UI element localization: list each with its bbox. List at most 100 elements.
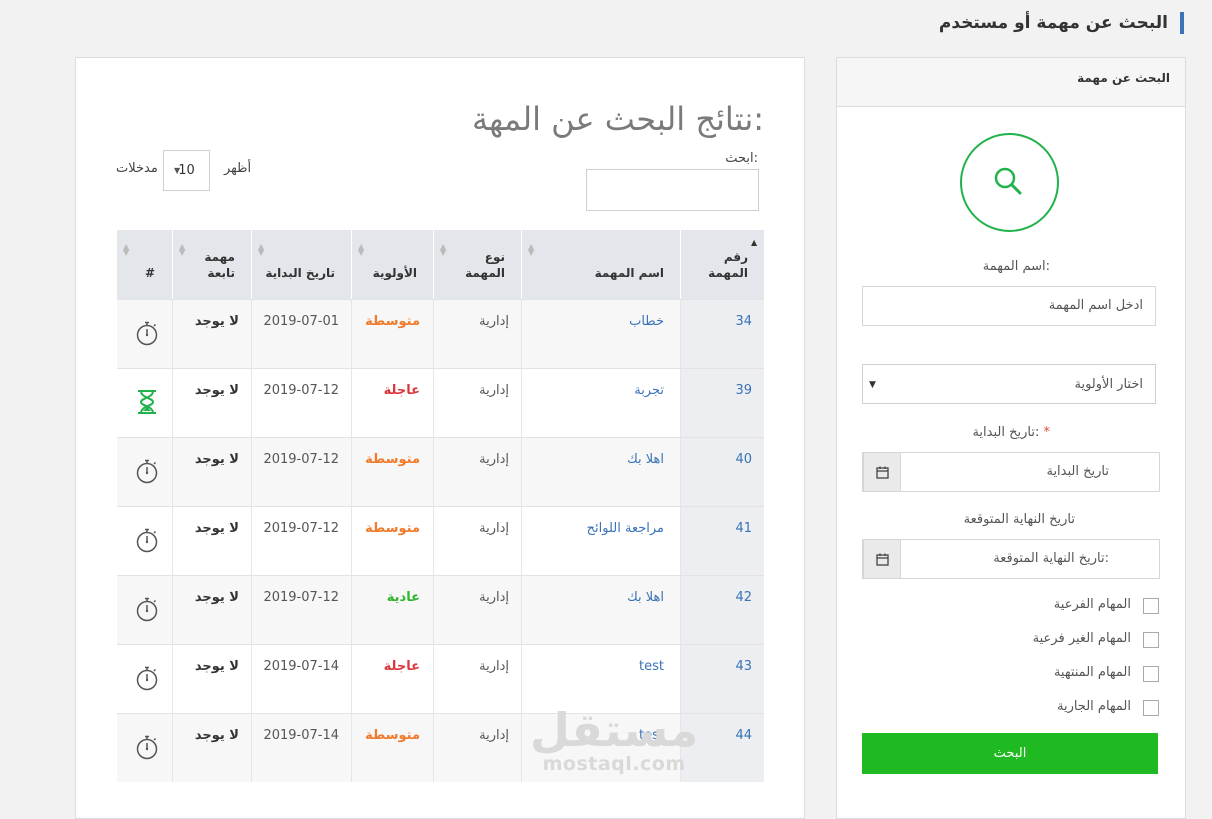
calendar-icon <box>876 466 889 479</box>
non-subtasks-checkbox-row[interactable]: المهام الغير فرعية <box>862 631 1159 649</box>
row-action-cell <box>117 576 172 644</box>
ongoing-tasks-checkbox[interactable] <box>1143 700 1159 716</box>
task-start-date: 2019-07-14 <box>263 728 339 743</box>
stopwatch-icon[interactable] <box>135 665 159 691</box>
start-date-label: تاريخ البداية: * <box>972 425 1050 440</box>
watermark-arabic: مستقل <box>530 703 699 757</box>
column-header-type[interactable]: نوع المهمة ▲ ▼ <box>433 230 521 299</box>
start-date-placeholder: تاريخ البداية <box>1046 464 1109 479</box>
column-header-id[interactable]: رقم المهمة ▲ <box>680 230 764 299</box>
row-action-cell <box>117 714 172 782</box>
subtasks-checkbox-label: المهام الفرعية <box>1053 597 1131 612</box>
panel-header: البحث عن مهمة <box>837 58 1185 107</box>
row-action-cell <box>117 507 172 575</box>
watermark-latin: mostaql.com <box>542 753 686 775</box>
ongoing-tasks-checkbox-label: المهام الجارية <box>1056 699 1131 714</box>
subtasks-checkbox-row[interactable]: المهام الفرعية <box>862 597 1159 615</box>
sort-asc-icon: ▲ <box>751 238 758 247</box>
search-illustration <box>960 133 1059 232</box>
page-title: البحث عن مهمة أو مستخدم <box>939 12 1184 34</box>
ongoing-tasks-checkbox-row[interactable]: المهام الجارية <box>862 699 1159 717</box>
task-id-link[interactable]: 39 <box>680 369 764 437</box>
task-priority: عادية <box>386 590 420 605</box>
task-type: إدارية <box>479 521 509 536</box>
required-mark: * <box>1043 425 1051 440</box>
task-type: إدارية <box>479 383 509 398</box>
page-length-value: 10 <box>178 163 195 178</box>
end-date-picker-button[interactable] <box>863 539 901 579</box>
task-dependent: لا يوجد <box>194 383 239 398</box>
chevron-down-icon: ▼ <box>174 166 181 175</box>
column-header-start-date[interactable]: تاريخ البداية ▲ ▼ <box>251 230 351 299</box>
task-dependent: لا يوجد <box>194 728 239 743</box>
task-type: إدارية <box>479 728 509 743</box>
column-header-name[interactable]: اسم المهمة ▲ ▼ <box>521 230 680 299</box>
task-type: إدارية <box>479 452 509 467</box>
task-id-link[interactable]: 41 <box>680 507 764 575</box>
page-length-select[interactable]: 10 ▼ <box>163 150 210 191</box>
table-row: 40 اهلا بك إدارية متوسطة 2019-07-12 لا يوجد <box>117 437 764 506</box>
sort-icon: ▲ ▼ <box>258 242 265 257</box>
end-date-input[interactable]: تاريخ النهاية المتوقعة: <box>862 539 1160 579</box>
table-row: 42 اهلا بك إدارية عادية 2019-07-12 لا يوجد <box>117 575 764 644</box>
row-action-cell <box>117 438 172 506</box>
task-name-link[interactable]: اهلا بك <box>521 576 680 644</box>
search-button[interactable]: البحث <box>862 733 1158 774</box>
start-date-picker-button[interactable] <box>863 452 901 492</box>
sort-icon: ▲ ▼ <box>123 242 130 257</box>
results-table: رقم المهمة ▲ اسم المهمة ▲ ▼ نوع المهمة ▲ ▼… <box>117 230 764 782</box>
column-header-dependent[interactable]: مهمة تابعة ▲ ▼ <box>172 230 251 299</box>
results-title: نتائج البحث عن المهة: <box>471 100 764 138</box>
finished-tasks-checkbox-row[interactable]: المهام المنتهية <box>862 665 1159 683</box>
task-start-date: 2019-07-12 <box>263 590 339 605</box>
column-header-priority[interactable]: الأولوية ▲ ▼ <box>351 230 433 299</box>
table-search-label: ابحث: <box>725 151 758 166</box>
subtasks-checkbox[interactable] <box>1143 598 1159 614</box>
task-type: إدارية <box>479 314 509 329</box>
task-id-link[interactable]: 42 <box>680 576 764 644</box>
finished-tasks-checkbox[interactable] <box>1143 666 1159 682</box>
non-subtasks-checkbox-label: المهام الغير فرعية <box>1032 631 1131 646</box>
task-type: إدارية <box>479 590 509 605</box>
table-row: 39 تجربة إدارية عاجلة 2019-07-12 لا يوجد <box>117 368 764 437</box>
stopwatch-icon[interactable] <box>135 320 159 346</box>
task-type: إدارية <box>479 659 509 674</box>
task-name-placeholder: ادخل اسم المهمة <box>1048 298 1143 313</box>
task-id-link[interactable]: 34 <box>680 300 764 368</box>
column-header-actions[interactable]: # ▲ ▼ <box>117 230 172 299</box>
watermark-logo: مستقل mostaql.com <box>530 703 699 775</box>
calendar-icon <box>876 553 889 566</box>
entries-label: مدخلات <box>116 161 158 176</box>
task-start-date: 2019-07-12 <box>263 452 339 467</box>
task-name-link[interactable]: تجربة <box>521 369 680 437</box>
hourglass-icon[interactable] <box>135 389 159 415</box>
task-priority: متوسطة <box>365 521 420 536</box>
task-priority: عاجلة <box>383 659 420 674</box>
end-date-label: تاريخ النهاية المتوقعة <box>963 512 1075 527</box>
non-subtasks-checkbox[interactable] <box>1143 632 1159 648</box>
finished-tasks-checkbox-label: المهام المنتهية <box>1053 665 1131 680</box>
stopwatch-icon[interactable] <box>135 596 159 622</box>
sort-icon: ▲ ▼ <box>440 242 447 257</box>
start-date-input[interactable]: تاريخ البداية <box>862 452 1160 492</box>
task-name-link[interactable]: مراجعة اللوائح <box>521 507 680 575</box>
task-priority: عاجلة <box>383 383 420 398</box>
task-name-link[interactable]: اهلا بك <box>521 438 680 506</box>
task-name-link[interactable]: خطاب <box>521 300 680 368</box>
stopwatch-icon[interactable] <box>135 527 159 553</box>
table-search-input[interactable] <box>586 169 759 211</box>
sort-icon: ▲ ▼ <box>358 242 365 257</box>
row-action-cell <box>117 645 172 713</box>
task-dependent: لا يوجد <box>194 521 239 536</box>
stopwatch-icon[interactable] <box>135 734 159 760</box>
task-name-input[interactable]: ادخل اسم المهمة <box>862 286 1156 326</box>
task-id-link[interactable]: 40 <box>680 438 764 506</box>
priority-select[interactable]: اختار الأولوية ▼ <box>862 364 1156 404</box>
priority-select-value: اختار الأولوية <box>1074 377 1143 392</box>
search-icon <box>994 167 1022 195</box>
chevron-down-icon: ▼ <box>869 380 876 390</box>
task-start-date: 2019-07-01 <box>263 314 339 329</box>
task-name-label: اسم المهمة: <box>982 259 1050 274</box>
sort-icon: ▲ ▼ <box>528 242 535 257</box>
stopwatch-icon[interactable] <box>135 458 159 484</box>
